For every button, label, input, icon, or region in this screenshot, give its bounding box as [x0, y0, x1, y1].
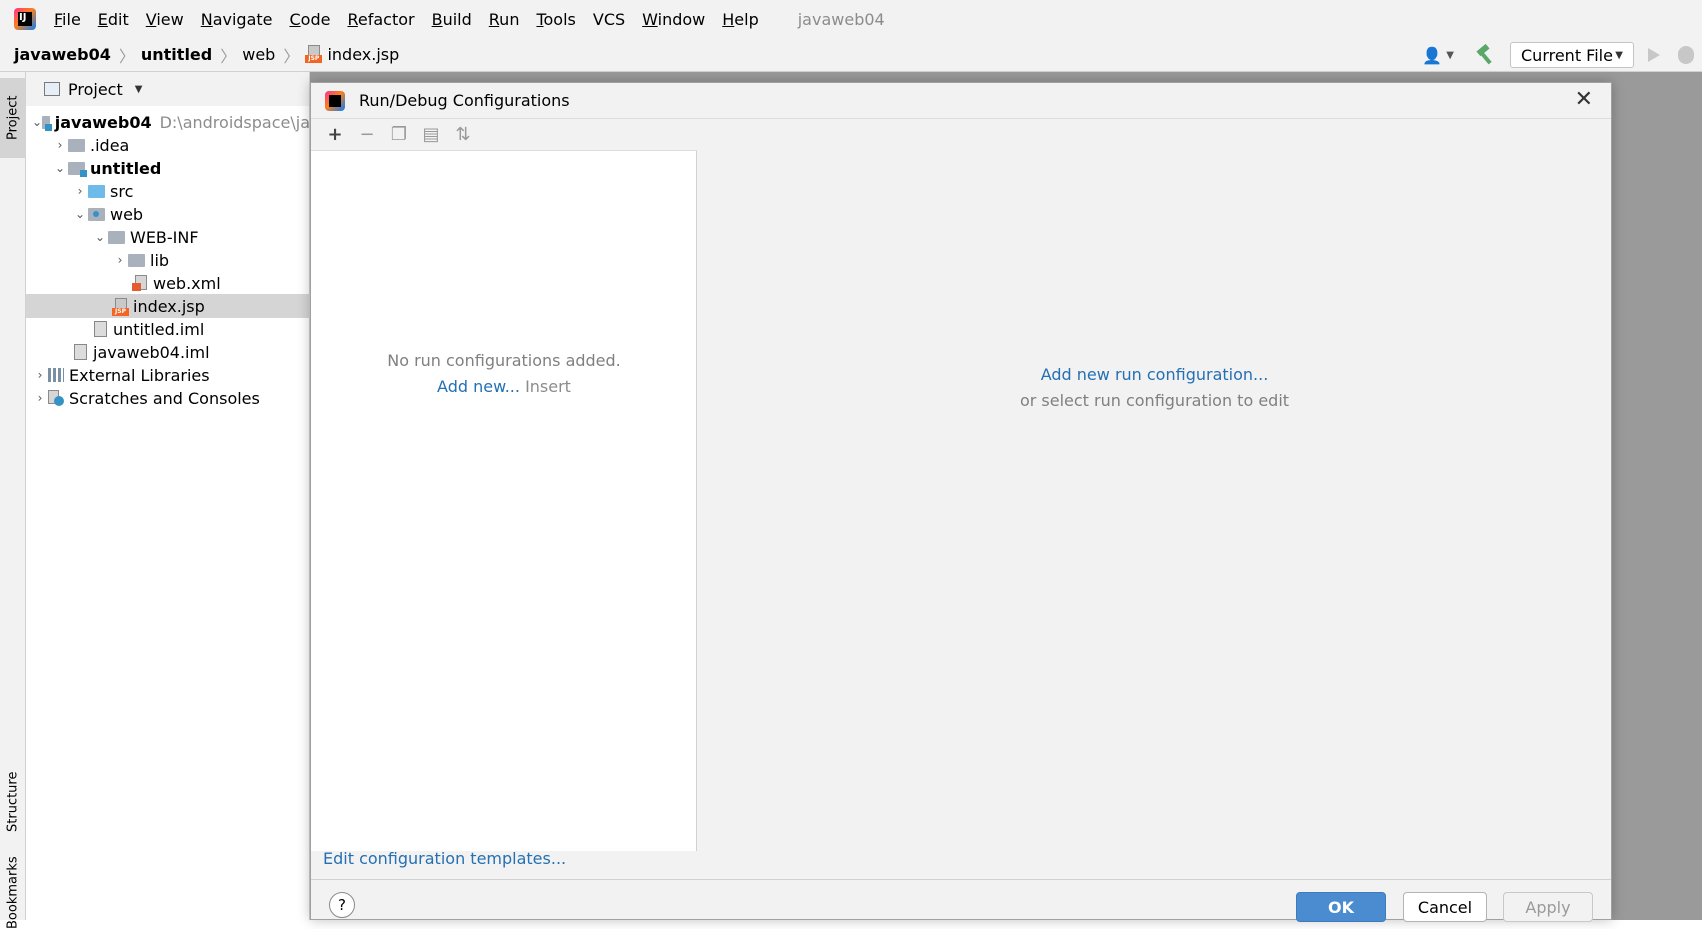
- breadcrumb-module[interactable]: untitled: [135, 45, 212, 64]
- run-icon[interactable]: [1648, 48, 1660, 62]
- jsp-file-icon: JSP: [112, 297, 129, 316]
- scratches-icon: [48, 390, 64, 406]
- config-toolbar: + − ❐ ▤ ⇅: [311, 119, 697, 151]
- menu-vcs[interactable]: VCS: [593, 10, 625, 29]
- iml-file-icon: [94, 321, 107, 337]
- menu-navigate[interactable]: Navigate: [201, 10, 273, 29]
- menu-run[interactable]: Run: [489, 10, 520, 29]
- menu-refactor[interactable]: Refactor: [347, 10, 414, 29]
- breadcrumb-project[interactable]: javaweb04: [0, 45, 111, 64]
- chevron-down-icon[interactable]: ⌄: [72, 207, 88, 221]
- tree-item-external-libraries[interactable]: › External Libraries: [26, 363, 310, 387]
- edit-templates-link[interactable]: Edit configuration templates...: [323, 849, 566, 868]
- add-icon[interactable]: +: [319, 124, 351, 145]
- chevron-right-icon[interactable]: ›: [32, 368, 48, 382]
- run-configuration-select[interactable]: Current File ▼: [1510, 42, 1634, 68]
- menu-view[interactable]: View: [146, 10, 184, 29]
- chevron-down-icon[interactable]: ⌄: [52, 161, 68, 175]
- menu-bar: IJ File Edit View Navigate Code Refactor…: [0, 0, 1702, 38]
- left-tool-stripe: Project Structure Bookmarks: [0, 72, 26, 929]
- library-icon: [48, 368, 64, 382]
- window-title: javaweb04: [797, 9, 885, 29]
- close-icon[interactable]: ✕: [1575, 89, 1593, 111]
- menu-file[interactable]: File: [54, 10, 81, 29]
- tool-tab-structure[interactable]: Structure: [0, 762, 26, 842]
- menu-window[interactable]: Window: [642, 10, 705, 29]
- debug-icon[interactable]: [1678, 46, 1694, 64]
- build-hammer-icon[interactable]: [1474, 44, 1496, 66]
- tree-item-src[interactable]: › src: [26, 179, 310, 203]
- breadcrumb-separator-icon: 〉: [220, 46, 237, 66]
- chevron-right-icon[interactable]: ›: [72, 184, 88, 198]
- insert-shortcut-hint: Insert: [525, 377, 571, 396]
- intellij-logo-icon: [325, 90, 345, 111]
- project-tool-window: Project ▼ ⌄ javaweb04 D:\androidspace\ja…: [26, 72, 310, 920]
- iml-file-icon: [74, 344, 87, 360]
- module-folder-icon: [42, 115, 52, 131]
- intellij-logo-icon: IJ: [14, 8, 36, 30]
- chevron-right-icon[interactable]: ›: [52, 138, 68, 152]
- tree-item-untitled[interactable]: ⌄ untitled: [26, 156, 310, 180]
- folder-icon[interactable]: ▤: [415, 124, 447, 145]
- tree-item-lib[interactable]: › lib: [26, 248, 310, 272]
- jsp-file-icon: JSP: [305, 45, 323, 63]
- remove-icon[interactable]: −: [351, 124, 383, 145]
- add-new-link[interactable]: Add new...: [437, 377, 520, 396]
- user-icon[interactable]: 👤: [1422, 46, 1442, 65]
- tree-item-indexjsp[interactable]: JSP index.jsp: [26, 294, 310, 318]
- tree-item-webinf[interactable]: ⌄ WEB-INF: [26, 225, 310, 249]
- tree-item-untitled-iml[interactable]: untitled.iml: [26, 317, 310, 341]
- web-folder-icon: [88, 207, 105, 221]
- module-folder-icon: [68, 161, 87, 177]
- breadcrumb-folder[interactable]: web: [236, 45, 275, 64]
- tree-item-scratches[interactable]: › Scratches and Consoles: [26, 386, 310, 410]
- source-folder-icon: [88, 184, 105, 198]
- configurations-list[interactable]: No run configurations added. Add new... …: [311, 151, 697, 851]
- empty-list-message: No run configurations added.: [387, 351, 621, 370]
- tree-item-root[interactable]: ⌄ javaweb04 D:\androidspace\ja: [26, 110, 310, 134]
- folder-icon: [128, 253, 145, 267]
- project-view-icon: [44, 82, 60, 96]
- tree-item-idea[interactable]: › .idea: [26, 133, 310, 157]
- add-new-run-configuration-link[interactable]: Add new run configuration...: [1041, 365, 1269, 384]
- apply-button[interactable]: Apply: [1503, 892, 1593, 922]
- menu-help[interactable]: Help: [722, 10, 758, 29]
- xml-file-icon: [132, 275, 148, 291]
- menu-build[interactable]: Build: [432, 10, 472, 29]
- tree-item-web[interactable]: ⌄ web: [26, 202, 310, 226]
- chevron-right-icon[interactable]: ›: [112, 253, 128, 267]
- breadcrumb-file[interactable]: JSP index.jsp: [299, 45, 399, 64]
- dialog-footer: ? OK Cancel Apply: [311, 879, 1611, 922]
- sort-icon[interactable]: ⇅: [447, 124, 479, 145]
- folder-icon: [68, 138, 85, 152]
- chevron-right-icon[interactable]: ›: [32, 391, 48, 405]
- chevron-down-icon[interactable]: ⌄: [92, 230, 108, 244]
- dialog-title-bar[interactable]: Run/Debug Configurations ✕: [311, 83, 1611, 119]
- breadcrumb-separator-icon: 〉: [118, 46, 135, 66]
- configuration-editor-pane: Add new run configuration... or select r…: [698, 119, 1611, 879]
- chevron-down-icon: ▼: [1615, 49, 1623, 61]
- cancel-button[interactable]: Cancel: [1403, 892, 1487, 922]
- chevron-down-icon[interactable]: ▼: [135, 84, 143, 95]
- menu-edit[interactable]: Edit: [98, 10, 129, 29]
- run-debug-configurations-dialog: Run/Debug Configurations ✕ + − ❐ ▤ ⇅ No …: [310, 82, 1612, 922]
- chevron-down-icon[interactable]: ▼: [1446, 50, 1454, 61]
- navigation-bar: javaweb04 〉 untitled 〉 web 〉 JSP index.j…: [0, 38, 1702, 72]
- menu-code[interactable]: Code: [290, 10, 331, 29]
- tool-tab-project[interactable]: Project: [0, 78, 26, 158]
- tool-tab-bookmarks[interactable]: Bookmarks: [0, 857, 26, 929]
- chevron-down-icon[interactable]: ⌄: [32, 115, 42, 129]
- select-configuration-hint: or select run configuration to edit: [1019, 391, 1290, 410]
- empty-list-actions: Add new... Insert: [311, 377, 697, 396]
- ok-button[interactable]: OK: [1296, 892, 1386, 922]
- menu-tools[interactable]: Tools: [536, 10, 575, 29]
- folder-icon: [108, 230, 125, 244]
- breadcrumb-separator-icon: 〉: [283, 46, 300, 66]
- tree-item-javaweb-iml[interactable]: javaweb04.iml: [26, 340, 310, 364]
- dialog-title: Run/Debug Configurations: [359, 91, 570, 110]
- project-panel-header[interactable]: Project ▼: [26, 72, 309, 106]
- tree-item-webxml[interactable]: web.xml: [26, 271, 310, 295]
- help-button[interactable]: ?: [329, 892, 355, 918]
- copy-icon[interactable]: ❐: [383, 124, 415, 145]
